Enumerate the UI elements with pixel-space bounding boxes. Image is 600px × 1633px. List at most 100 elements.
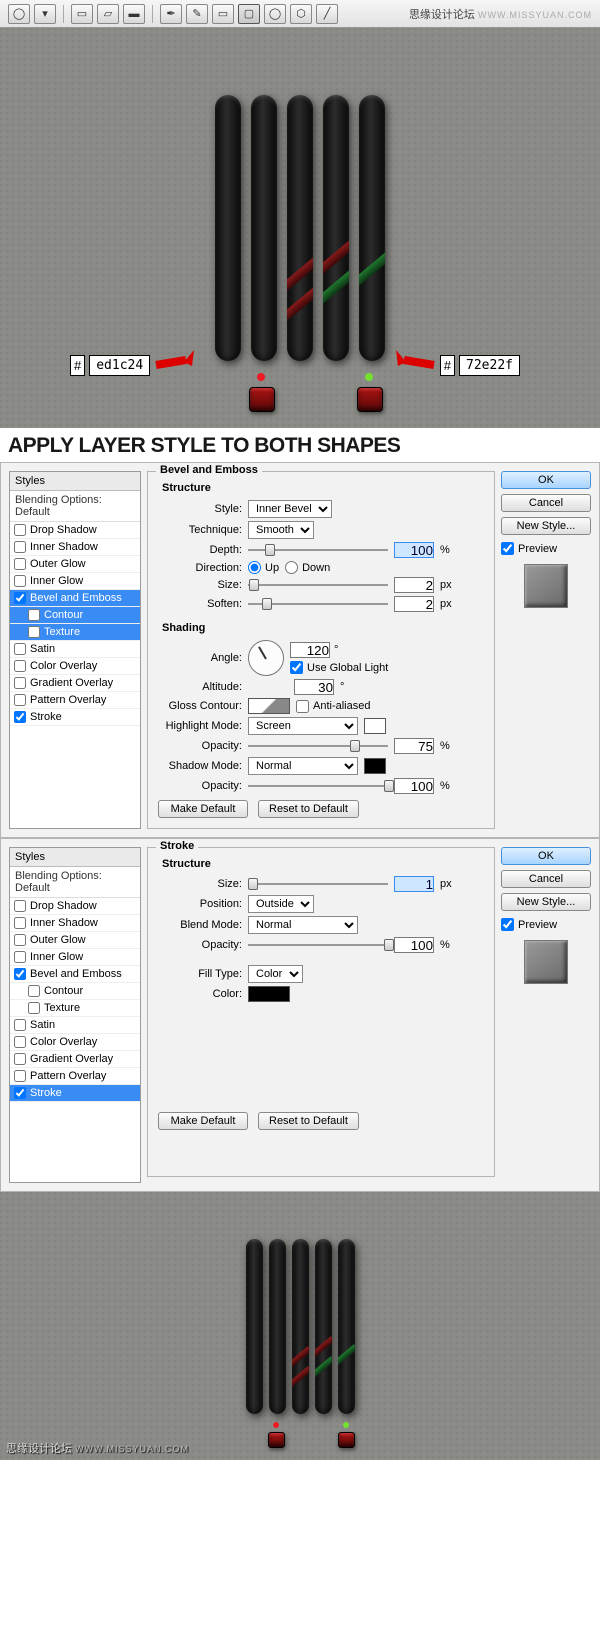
fx-bevel-emboss[interactable]: Bevel and Emboss: [10, 966, 140, 983]
callout-red: #ed1c24: [70, 350, 194, 380]
hl-opacity-input[interactable]: [394, 738, 434, 754]
soften-slider[interactable]: [248, 597, 388, 611]
dir-down[interactable]: Down: [285, 561, 330, 574]
shadow-color[interactable]: [364, 758, 386, 774]
pen-icon[interactable]: ✒: [160, 4, 182, 24]
line-icon[interactable]: ╱: [316, 4, 338, 24]
fx-bevel-emboss[interactable]: Bevel and Emboss: [10, 590, 140, 607]
fx-texture[interactable]: Texture: [10, 1000, 140, 1017]
new-style-button[interactable]: New Style...: [501, 517, 591, 535]
fx-pattern-overlay[interactable]: Pattern Overlay: [10, 1068, 140, 1085]
fx-inner-glow[interactable]: Inner Glow: [10, 573, 140, 590]
fx-texture[interactable]: Texture: [10, 624, 140, 641]
altitude-input[interactable]: [294, 679, 334, 695]
make-default-button[interactable]: Make Default: [158, 1112, 248, 1130]
size-input[interactable]: [394, 577, 434, 593]
fx-drop-shadow[interactable]: Drop Shadow: [10, 898, 140, 915]
stroke-opacity-slider[interactable]: [248, 938, 388, 952]
depth-input[interactable]: [394, 542, 434, 558]
preview-thumbnail: [524, 564, 568, 608]
stroke-size-slider[interactable]: [248, 877, 388, 891]
shadow-mode-select[interactable]: Normal: [248, 757, 358, 775]
arrow-icon: [154, 350, 194, 380]
sh-opacity-slider[interactable]: [248, 779, 388, 793]
stroke-opacity-input[interactable]: [394, 937, 434, 953]
red-dot: [257, 373, 265, 381]
fill-mode-icon[interactable]: ▬: [123, 4, 145, 24]
shape-mode-icon[interactable]: ▱: [97, 4, 119, 24]
fx-gradient-overlay[interactable]: Gradient Overlay: [10, 1051, 140, 1068]
preview-checkbox[interactable]: Preview: [501, 542, 591, 555]
highlight-color[interactable]: [364, 718, 386, 734]
use-global-light[interactable]: Use Global Light: [290, 661, 388, 674]
fx-inner-glow[interactable]: Inner Glow: [10, 949, 140, 966]
ok-button[interactable]: OK: [501, 471, 591, 489]
make-default-button[interactable]: Make Default: [158, 800, 248, 818]
ok-button[interactable]: OK: [501, 847, 591, 865]
sbar-4: [315, 1239, 332, 1414]
bevel-style-select[interactable]: Inner Bevel: [248, 500, 332, 518]
freeform-pen-icon[interactable]: ✎: [186, 4, 208, 24]
fx-inner-shadow[interactable]: Inner Shadow: [10, 539, 140, 556]
fx-satin[interactable]: Satin: [10, 641, 140, 658]
polygon-icon[interactable]: ⬡: [290, 4, 312, 24]
canvas-preview-2: 思缘设计论坛 WWW.MISSYUAN.COM: [0, 1192, 600, 1460]
fx-contour[interactable]: Contour: [10, 607, 140, 624]
anti-aliased[interactable]: Anti-aliased: [296, 700, 370, 713]
ellipse-icon[interactable]: ◯: [264, 4, 286, 24]
rectangle-icon[interactable]: ▭: [212, 4, 234, 24]
red-square-2: [357, 387, 383, 412]
size-slider[interactable]: [248, 578, 388, 592]
preview-checkbox[interactable]: Preview: [501, 918, 591, 931]
fx-drop-shadow[interactable]: Drop Shadow: [10, 522, 140, 539]
reset-default-button[interactable]: Reset to Default: [258, 800, 359, 818]
fx-stroke[interactable]: Stroke: [10, 709, 140, 726]
new-style-button[interactable]: New Style...: [501, 893, 591, 911]
blending-options[interactable]: Blending Options: Default: [10, 491, 140, 522]
reset-default-button[interactable]: Reset to Default: [258, 1112, 359, 1130]
fx-gradient-overlay[interactable]: Gradient Overlay: [10, 675, 140, 692]
red-square-sm-2: [338, 1432, 355, 1448]
gloss-contour-picker[interactable]: [248, 698, 290, 714]
fx-inner-shadow[interactable]: Inner Shadow: [10, 915, 140, 932]
shape-tool-icon[interactable]: ◯: [8, 4, 30, 24]
cancel-button[interactable]: Cancel: [501, 494, 591, 512]
sh-opacity-input[interactable]: [394, 778, 434, 794]
dialog-right-column: OK Cancel New Style... Preview: [501, 471, 591, 829]
bevel-technique-select[interactable]: Smooth: [248, 521, 314, 539]
dropdown-icon[interactable]: ▾: [34, 4, 56, 24]
stroke-position-select[interactable]: Outside: [248, 895, 314, 913]
rounded-rectangle-icon[interactable]: ▢: [238, 4, 260, 24]
stroke-blend-select[interactable]: Normal: [248, 916, 358, 934]
stroke-filltype-select[interactable]: Color: [248, 965, 303, 983]
bar-2: [251, 95, 277, 361]
bar-group: [215, 95, 385, 361]
callout-green: #72e22f: [396, 350, 520, 380]
angle-input[interactable]: [290, 642, 330, 658]
fx-color-overlay[interactable]: Color Overlay: [10, 658, 140, 675]
fx-outer-glow[interactable]: Outer Glow: [10, 556, 140, 573]
cancel-button[interactable]: Cancel: [501, 870, 591, 888]
depth-slider[interactable]: [248, 543, 388, 557]
stroke-color-swatch[interactable]: [248, 986, 290, 1002]
fx-contour[interactable]: Contour: [10, 983, 140, 1000]
sbar-2: [269, 1239, 286, 1414]
fx-satin[interactable]: Satin: [10, 1017, 140, 1034]
fx-pattern-overlay[interactable]: Pattern Overlay: [10, 692, 140, 709]
blending-options[interactable]: Blending Options: Default: [10, 867, 140, 898]
highlight-mode-select[interactable]: Screen: [248, 717, 358, 735]
path-mode-icon[interactable]: ▭: [71, 4, 93, 24]
stroke-size-input[interactable]: [394, 876, 434, 892]
fx-outer-glow[interactable]: Outer Glow: [10, 932, 140, 949]
hl-opacity-slider[interactable]: [248, 739, 388, 753]
tool-options-bar: ◯ ▾ ▭ ▱ ▬ ✒ ✎ ▭ ▢ ◯ ⬡ ╱ 思缘设计论坛 WWW.MISSY…: [0, 0, 600, 28]
dir-up[interactable]: Up: [248, 561, 279, 574]
green-dot-sm: [343, 1422, 349, 1428]
sbar-3: [292, 1239, 309, 1414]
fx-color-overlay[interactable]: Color Overlay: [10, 1034, 140, 1051]
stroke-group: Stroke Structure Size:px Position:Outsid…: [147, 847, 495, 1177]
fx-stroke[interactable]: Stroke: [10, 1085, 140, 1102]
angle-dial[interactable]: [248, 640, 284, 676]
soften-input[interactable]: [394, 596, 434, 612]
bar-3: [287, 95, 313, 361]
